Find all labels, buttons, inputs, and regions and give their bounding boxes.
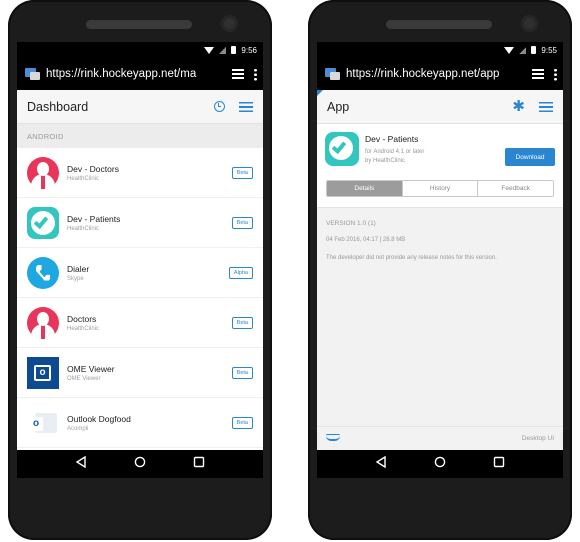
app-name: Dev - Patients — [365, 134, 419, 144]
patients-check-icon — [27, 206, 59, 239]
battery-icon — [231, 46, 237, 54]
phone-handset-icon — [27, 256, 59, 289]
wifi-icon — [504, 46, 515, 54]
signal-icon — [219, 46, 227, 54]
earpiece-speaker — [86, 20, 192, 29]
home-circle-icon[interactable] — [434, 455, 446, 473]
site-favicon-icon — [325, 68, 340, 80]
front-camera — [221, 15, 238, 32]
hamburger-menu-icon[interactable] — [239, 101, 253, 112]
release-badge: Beta — [231, 416, 253, 429]
browser-url-bar[interactable]: https://rink.hockeyapp.net/ma — [17, 58, 263, 90]
back-triangle-icon[interactable] — [75, 455, 87, 473]
status-bar: 9:55 — [317, 42, 563, 58]
app-name: Dev - Doctors — [67, 163, 119, 174]
doctor-icon — [27, 156, 59, 189]
app-row-dev-patients[interactable]: Dev - Patients HealthClinic Beta — [17, 198, 263, 248]
battery-icon — [531, 46, 537, 54]
app-platform: for Android 4.1 or later — [365, 149, 425, 155]
back-triangle-icon[interactable] — [375, 455, 387, 473]
page-footer: Desktop UI — [317, 426, 563, 450]
status-time: 9:56 — [241, 45, 257, 55]
phone-dashboard: 9:56 https://rink.hockeyapp.net/ma Dashb… — [8, 0, 272, 540]
status-bar: 9:56 — [17, 42, 263, 58]
app-row-ome-viewer[interactable]: o OME Viewer OME Viewer Beta — [17, 348, 263, 398]
app-detail-card: Dev - Patients for Android 4.1 or later … — [317, 124, 563, 208]
app-meta: for Android 4.1 or later by HealthClinic — [365, 148, 424, 166]
doctor-icon — [27, 306, 59, 339]
release-badge: Beta — [231, 316, 253, 329]
release-badge: Beta — [231, 366, 253, 379]
app-row-doctors[interactable]: Doctors HealthClinic Beta — [17, 298, 263, 348]
release-badge: Beta — [231, 216, 253, 229]
recents-square-icon[interactable] — [193, 455, 205, 473]
app-row-outlook-dogfood[interactable]: o Outlook Dogfood Acompli Beta — [17, 398, 263, 448]
browser-url-bar[interactable]: https://rink.hockeyapp.net/app — [317, 58, 563, 90]
release-date-size: 04 Feb 2016, 04:17 | 28.8 MB — [326, 237, 406, 243]
app-publisher: HealthClinic — [67, 325, 100, 332]
stage: 9:56 https://rink.hockeyapp.net/ma Dashb… — [0, 0, 580, 542]
hockeyapp-logo-icon[interactable] — [326, 434, 340, 441]
tabs-icon[interactable] — [232, 69, 244, 79]
history-clock-icon[interactable] — [214, 101, 225, 112]
app-publisher: HealthClinic — [67, 175, 100, 182]
screen: 9:56 https://rink.hockeyapp.net/ma Dashb… — [17, 42, 263, 478]
app-header: App ✱ — [317, 90, 563, 124]
more-options-icon[interactable] — [254, 67, 257, 81]
home-circle-icon[interactable] — [134, 455, 146, 473]
hamburger-menu-icon[interactable] — [539, 101, 553, 112]
desktop-ui-link[interactable]: Desktop UI — [522, 435, 554, 442]
app-publisher: by HealthClinic — [365, 158, 406, 164]
screen: 9:55 https://rink.hockeyapp.net/app App … — [317, 42, 563, 478]
app-publisher: Skype — [67, 275, 84, 282]
app-publisher: HealthClinic — [67, 225, 100, 232]
app-name: Dev - Patients — [67, 213, 121, 224]
release-badge: Beta — [231, 166, 253, 179]
app-name: Doctors — [67, 313, 97, 324]
app-row-dev-doctors[interactable]: Dev - Doctors HealthClinic Beta — [17, 148, 263, 198]
phone-app-details: 9:55 https://rink.hockeyapp.net/app App … — [308, 0, 572, 540]
page-title: Dashboard — [27, 99, 89, 114]
android-nav-bar — [17, 450, 263, 478]
release-notes-panel: VERSION 1.0 (1) 04 Feb 2016, 04:17 | 28.… — [317, 208, 563, 450]
download-button[interactable]: Download — [505, 148, 555, 166]
wifi-icon — [204, 46, 215, 54]
favorite-star-icon[interactable]: ✱ — [512, 99, 525, 114]
outlook-envelope-icon: o — [27, 407, 59, 439]
page-title: App — [327, 99, 350, 114]
app-list: Dev - Doctors HealthClinic Beta Dev - Pa… — [17, 148, 263, 448]
release-notes-text: The developer did not provide any releas… — [326, 255, 497, 261]
release-badge: Alpha — [228, 266, 253, 279]
front-camera — [521, 15, 538, 32]
patients-check-icon — [325, 132, 359, 166]
app-name: Dialer — [67, 263, 90, 274]
app-header: Dashboard — [17, 90, 263, 124]
earpiece-speaker — [386, 20, 492, 29]
detail-tabs: Details History Feedback — [326, 180, 554, 197]
tabs-icon[interactable] — [532, 69, 544, 79]
site-favicon-icon — [25, 68, 40, 80]
app-name: Outlook Dogfood — [67, 413, 131, 424]
tab-feedback[interactable]: Feedback — [478, 181, 553, 196]
app-publisher: OME Viewer — [67, 375, 101, 382]
android-nav-bar — [317, 450, 563, 478]
app-name: OME Viewer — [67, 363, 115, 374]
outlook-o-icon: o — [27, 356, 59, 389]
section-header: ANDROID — [17, 124, 263, 148]
url-text[interactable]: https://rink.hockeyapp.net/ma — [46, 68, 226, 80]
signal-icon — [519, 46, 527, 54]
corner-flag-icon — [317, 90, 323, 96]
status-time: 9:55 — [541, 45, 557, 55]
app-publisher: Acompli — [67, 425, 89, 432]
tab-details[interactable]: Details — [327, 181, 403, 196]
url-text[interactable]: https://rink.hockeyapp.net/app — [346, 68, 526, 80]
release-version: VERSION 1.0 (1) — [326, 220, 376, 227]
app-row-dialer[interactable]: Dialer Skype Alpha — [17, 248, 263, 298]
more-options-icon[interactable] — [554, 67, 557, 81]
recents-square-icon[interactable] — [493, 455, 505, 473]
tab-history[interactable]: History — [402, 181, 479, 196]
